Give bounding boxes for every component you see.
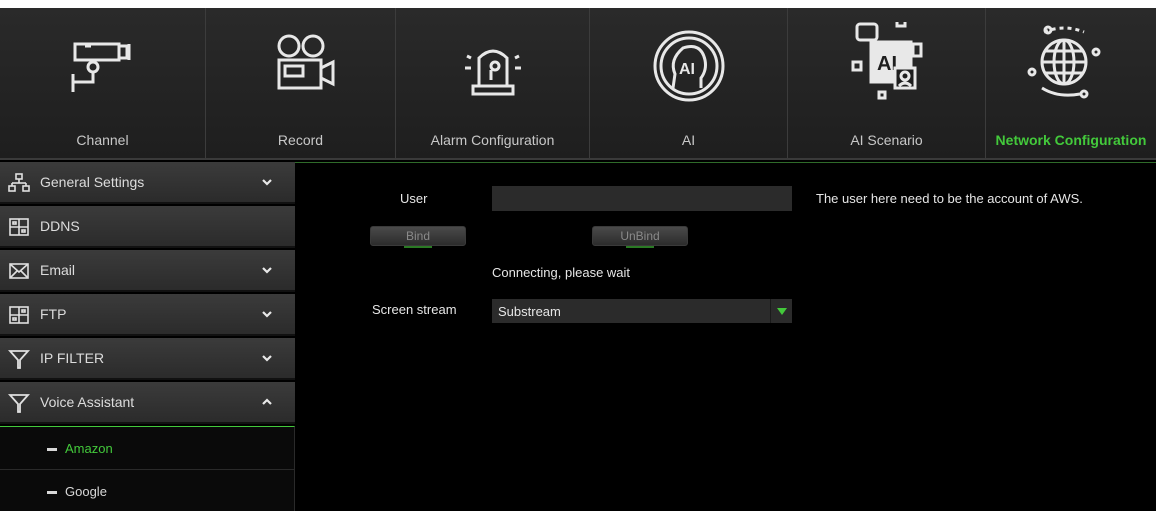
main-content: User The user here need to be the accoun… bbox=[295, 162, 1156, 511]
sidebar-item-label: Voice Assistant bbox=[40, 394, 135, 410]
chevron-up-icon bbox=[262, 398, 272, 405]
dropdown-arrow-icon[interactable] bbox=[770, 299, 792, 323]
sidebar-subitem-google[interactable]: Google bbox=[0, 470, 295, 511]
sidebar-item-ftp[interactable]: FTP bbox=[0, 294, 295, 336]
connection-status-text: Connecting, please wait bbox=[492, 265, 631, 280]
sidebar: General Settings DDNS Email FTP IP FILTE… bbox=[0, 162, 295, 511]
chevron-down-icon bbox=[262, 355, 272, 362]
bind-button[interactable]: Bind bbox=[370, 226, 466, 248]
tab-record[interactable]: Record bbox=[206, 8, 396, 160]
ai-head-icon: AI bbox=[639, 18, 739, 118]
aws-hint-text: The user here need to be the account of … bbox=[816, 191, 1083, 206]
sidebar-item-ip-filter[interactable]: IP FILTER bbox=[0, 338, 295, 380]
tab-network-configuration[interactable]: Network Configuration bbox=[986, 8, 1156, 160]
envelope-icon bbox=[9, 263, 29, 279]
user-label: User bbox=[400, 191, 428, 206]
screen-stream-select[interactable]: Substream bbox=[492, 299, 792, 323]
ai-scenario-icon: AI bbox=[837, 18, 937, 118]
tab-ai[interactable]: AI AI bbox=[590, 8, 788, 160]
sidebar-item-label: IP FILTER bbox=[40, 350, 105, 366]
tab-channel[interactable]: Channel bbox=[0, 8, 206, 160]
sidebar-item-label: General Settings bbox=[40, 174, 145, 190]
tab-label: Alarm Configuration bbox=[430, 132, 555, 148]
chevron-down-icon bbox=[262, 311, 272, 318]
tab-label: AI bbox=[681, 132, 696, 148]
dash-marker bbox=[47, 491, 57, 494]
camera-icon bbox=[53, 18, 153, 118]
unbind-button[interactable]: UnBind bbox=[592, 226, 688, 248]
top-navigation-bar: Channel Record Alarm Configuration AI AI… bbox=[0, 0, 1156, 160]
screen-stream-label: Screen stream bbox=[372, 302, 457, 317]
alarm-light-icon bbox=[443, 18, 543, 118]
ddns-icon bbox=[9, 218, 29, 236]
sidebar-item-label: Email bbox=[40, 262, 76, 278]
sidebar-item-general-settings[interactable]: General Settings bbox=[0, 162, 295, 204]
sidebar-item-voice-assistant[interactable]: Voice Assistant bbox=[0, 382, 295, 424]
sidebar-subitem-amazon[interactable]: Amazon bbox=[0, 426, 295, 470]
sidebar-subitem-label: Google bbox=[65, 484, 107, 499]
tab-alarm-configuration[interactable]: Alarm Configuration bbox=[396, 8, 590, 160]
sidebar-subitem-label: Amazon bbox=[65, 441, 113, 456]
sidebar-item-ddns[interactable]: DDNS bbox=[0, 206, 295, 248]
filter-icon bbox=[8, 350, 30, 369]
screen-stream-value: Substream bbox=[498, 303, 561, 319]
ftp-icon bbox=[9, 306, 29, 324]
filter-icon bbox=[8, 394, 30, 413]
svg-text:AI: AI bbox=[679, 61, 695, 78]
tab-label: Channel bbox=[76, 132, 129, 148]
tab-label: Network Configuration bbox=[995, 132, 1147, 148]
network-icon bbox=[8, 173, 30, 192]
sidebar-item-label: DDNS bbox=[40, 218, 80, 234]
tab-label: AI Scenario bbox=[850, 132, 923, 148]
tab-ai-scenario[interactable]: AI AI Scenario bbox=[788, 8, 986, 160]
chevron-down-icon bbox=[262, 179, 272, 186]
chevron-down-icon bbox=[262, 267, 272, 274]
tab-label: Record bbox=[277, 132, 324, 148]
sidebar-item-email[interactable]: Email bbox=[0, 250, 295, 292]
user-input[interactable] bbox=[492, 186, 792, 211]
dash-marker bbox=[47, 448, 57, 451]
sidebar-item-label: FTP bbox=[40, 306, 67, 322]
globe-network-icon bbox=[1014, 18, 1114, 118]
video-recorder-icon bbox=[251, 18, 351, 118]
